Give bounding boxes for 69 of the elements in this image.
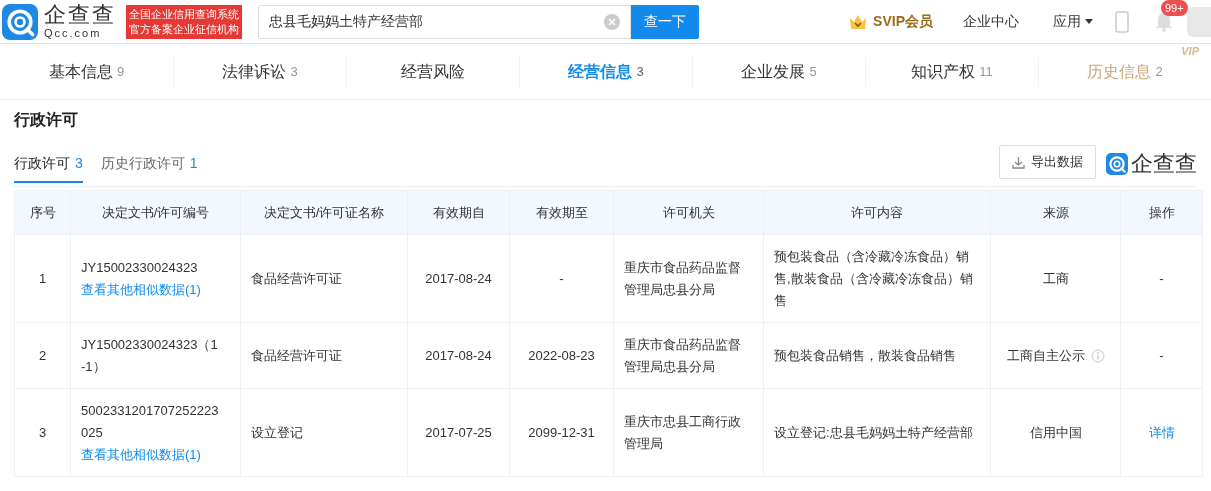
column-header: 决定文书/许可编号 bbox=[70, 190, 241, 235]
table-cell-text: 5002331201707252223025 bbox=[81, 401, 219, 442]
table-cell: - bbox=[1159, 270, 1164, 286]
logo-icon bbox=[1106, 153, 1128, 175]
column-header: 来源 bbox=[990, 190, 1121, 235]
bell-icon[interactable] bbox=[1155, 11, 1173, 32]
table-cell-text: JY15002330024323（1-1） bbox=[81, 335, 219, 376]
table-cell: 预包装食品（含冷藏冷冻食品）销售,散装食品（含冷藏冷冻食品）销售 bbox=[763, 234, 991, 323]
table-cell: 2017-08-24 bbox=[407, 322, 510, 389]
info-icon[interactable] bbox=[1090, 348, 1105, 363]
detail-link[interactable]: 详情 bbox=[1148, 424, 1175, 440]
table-cell: 1 bbox=[14, 234, 71, 323]
brand-name: 企查查 bbox=[44, 4, 116, 26]
table-cell: 2017-07-25 bbox=[407, 388, 510, 477]
similar-data-link[interactable]: 查看其他相似数据(1) bbox=[81, 278, 230, 301]
section-title: 行政许可 bbox=[14, 110, 79, 130]
table-cell: 重庆市忠县工商行政管理局 bbox=[613, 388, 764, 477]
phone-icon[interactable] bbox=[1115, 10, 1129, 33]
column-header: 许可内容 bbox=[763, 190, 991, 235]
vip-tag: VIP bbox=[1181, 44, 1199, 57]
nav-tab[interactable]: 法律诉讼 3 bbox=[173, 56, 346, 87]
table-cell: - bbox=[509, 234, 614, 323]
nav-tab[interactable]: 企业发展 5 bbox=[692, 56, 865, 87]
table-cell: 设立登记 bbox=[240, 388, 408, 477]
table-cell: 食品经营许可证 bbox=[240, 322, 408, 389]
svip-link[interactable]: SVIP会员 bbox=[873, 11, 933, 32]
table-cell: 2099-12-31 bbox=[509, 388, 614, 477]
crown-icon bbox=[849, 13, 868, 30]
avatar[interactable] bbox=[1187, 6, 1211, 37]
table-cell: 重庆市食品药品监督管理局忠县分局 bbox=[613, 234, 764, 323]
column-header: 有效期至 bbox=[509, 190, 614, 235]
search-field[interactable]: 忠县毛妈妈土特产经营部 bbox=[258, 4, 631, 39]
table-cell: 2017-08-24 bbox=[407, 234, 510, 323]
table-cell: 重庆市食品药品监督管理局忠县分局 bbox=[613, 322, 764, 389]
table-cell-text: 工商自主公示 bbox=[1006, 346, 1085, 365]
export-button[interactable]: 导出数据 bbox=[999, 145, 1096, 179]
table-cell: 3 bbox=[14, 388, 71, 477]
column-header: 操作 bbox=[1120, 190, 1203, 235]
nav-tab[interactable]: 经营风险 bbox=[346, 56, 519, 87]
apps-menu[interactable]: 应用 bbox=[1053, 11, 1093, 32]
table-cell: 2 bbox=[14, 322, 71, 389]
table-cell: 设立登记:忠县毛妈妈土特产经营部 bbox=[763, 388, 991, 477]
brand-watermark: 企查查 bbox=[1131, 153, 1197, 175]
nav-tab[interactable]: 基本信息 9 bbox=[0, 56, 173, 87]
brand-domain: Qcc.com bbox=[44, 28, 103, 39]
table-cell-text: 工商 bbox=[1042, 269, 1069, 288]
clear-icon[interactable] bbox=[604, 13, 620, 30]
sub-tab[interactable]: 历史行政许可 1 bbox=[100, 153, 198, 183]
column-header: 有效期自 bbox=[407, 190, 510, 235]
caret-icon bbox=[1085, 19, 1093, 24]
column-header: 决定文书/许可证名称 bbox=[240, 190, 408, 235]
search-button[interactable]: 查一下 bbox=[631, 4, 699, 39]
table-cell: 预包装食品销售，散装食品销售 bbox=[763, 322, 991, 389]
sub-tab[interactable]: 行政许可 3 bbox=[14, 153, 83, 183]
search-input[interactable]: 忠县毛妈妈土特产经营部 bbox=[269, 11, 604, 32]
table-cell: 2022-08-23 bbox=[509, 322, 614, 389]
slogan-badge: 全国企业信用查询系统 官方备案企业征信机构 bbox=[126, 4, 242, 39]
table-cell: - bbox=[1159, 347, 1164, 363]
table-cell-text: JY15002330024323 bbox=[81, 258, 199, 277]
download-icon bbox=[1012, 155, 1025, 169]
nav-tab[interactable]: 知识产权 11 bbox=[865, 56, 1038, 87]
nav-tab[interactable]: 经营信息 3 bbox=[519, 56, 692, 87]
column-header: 许可机关 bbox=[613, 190, 764, 235]
enterprise-center-link[interactable]: 企业中心 bbox=[963, 11, 1019, 32]
column-header: 序号 bbox=[14, 190, 71, 235]
notification-badge: 99+ bbox=[1161, 0, 1188, 16]
similar-data-link[interactable]: 查看其他相似数据(1) bbox=[81, 443, 230, 466]
table-cell: 食品经营许可证 bbox=[240, 234, 408, 323]
table-cell-text: 信用中国 bbox=[1029, 423, 1082, 442]
